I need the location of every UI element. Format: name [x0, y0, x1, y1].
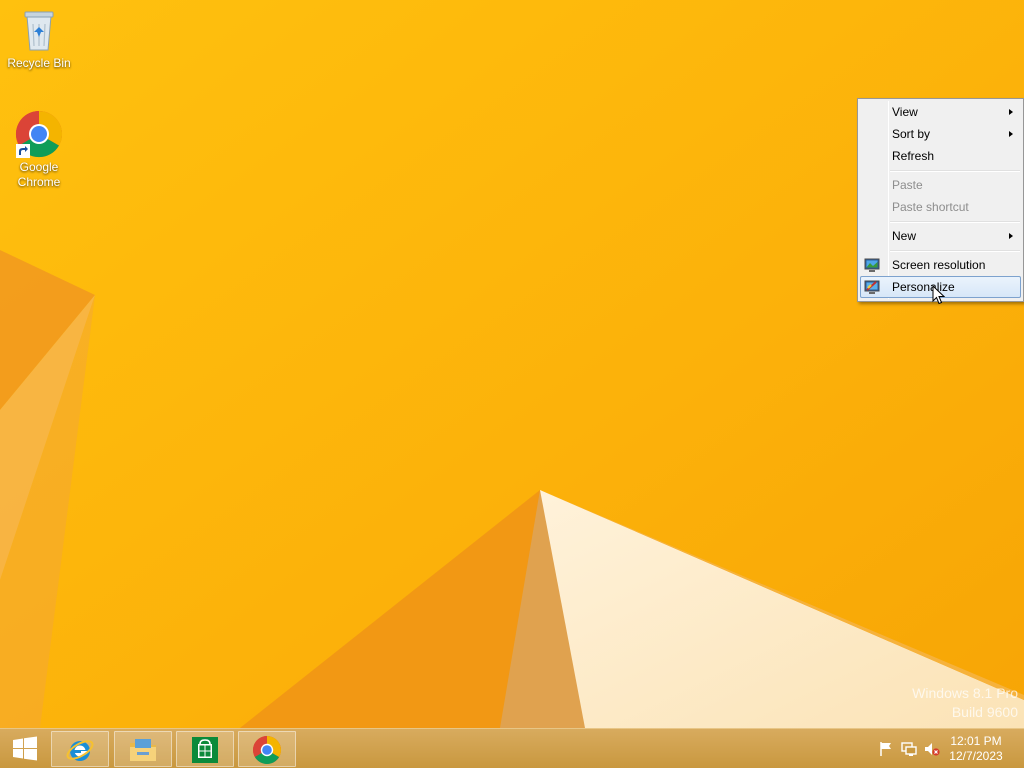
start-button[interactable] [6, 734, 44, 764]
menu-item-new-label: New [892, 229, 917, 243]
taskbar-chrome-button[interactable] [238, 731, 296, 767]
network-icon[interactable] [901, 741, 917, 757]
volume-muted-icon[interactable] [924, 741, 940, 757]
google-chrome-label: Google Chrome [17, 160, 61, 189]
menu-item-refresh[interactable]: Refresh [860, 145, 1021, 167]
menu-item-screen-resolution-label: Screen resolution [892, 258, 986, 272]
file-explorer-icon [130, 739, 156, 761]
desktop-context-menu: View Sort by Refresh Paste Paste shortcu… [857, 98, 1024, 302]
clock-time: 12:01 PM [950, 734, 1002, 748]
taskbar: 12:01 PM 12/7/2023 [0, 728, 1024, 768]
menu-separator [890, 221, 1020, 223]
recycle-bin-desktop-icon[interactable]: Recycle Bin [1, 6, 77, 71]
store-icon [192, 737, 218, 763]
windows-logo-icon [13, 736, 37, 761]
watermark-edition: Windows 8.1 Pro [912, 685, 1018, 701]
clock-date: 12/7/2023 [949, 749, 1003, 763]
menu-item-screen-resolution[interactable]: Screen resolution [860, 254, 1021, 276]
system-tray: 12:01 PM 12/7/2023 [864, 729, 1024, 768]
menu-item-sort-by[interactable]: Sort by [860, 123, 1021, 145]
taskbar-clock[interactable]: 12:01 PM 12/7/2023 [946, 734, 1006, 764]
taskbar-internet-explorer-button[interactable] [51, 731, 109, 767]
monitor-icon [864, 258, 880, 272]
flag-icon[interactable] [878, 741, 894, 757]
menu-separator [890, 250, 1020, 252]
menu-item-refresh-label: Refresh [892, 149, 935, 163]
menu-item-paste[interactable]: Paste [860, 174, 1021, 196]
shortcut-arrow-icon [16, 144, 30, 158]
menu-item-view-label: View [892, 105, 918, 119]
chrome-icon [15, 110, 63, 158]
recycle-bin-label: Recycle Bin [7, 56, 71, 70]
internet-explorer-icon [66, 740, 94, 761]
mouse-cursor-icon [932, 285, 946, 305]
menu-item-new[interactable]: New [860, 225, 1021, 247]
menu-item-paste-shortcut[interactable]: Paste shortcut [860, 196, 1021, 218]
taskbar-store-button[interactable] [176, 731, 234, 767]
submenu-arrow-icon [1009, 233, 1013, 239]
watermark-build: Build 9600 [951, 704, 1018, 720]
menu-separator [890, 170, 1020, 172]
menu-item-paste-shortcut-label: Paste shortcut [892, 200, 969, 214]
google-chrome-desktop-icon[interactable]: Google Chrome [1, 110, 77, 190]
menu-item-paste-label: Paste [892, 178, 923, 192]
menu-item-view[interactable]: View [860, 101, 1021, 123]
menu-item-sort-by-label: Sort by [892, 127, 931, 141]
personalize-icon [864, 280, 880, 294]
taskbar-file-explorer-button[interactable] [114, 731, 172, 767]
recycle-bin-icon [15, 6, 63, 54]
submenu-arrow-icon [1009, 109, 1013, 115]
submenu-arrow-icon [1009, 131, 1013, 137]
chrome-icon [253, 736, 281, 764]
windows-watermark: Windows 8.1 Pro Build 9600 [912, 684, 1018, 722]
